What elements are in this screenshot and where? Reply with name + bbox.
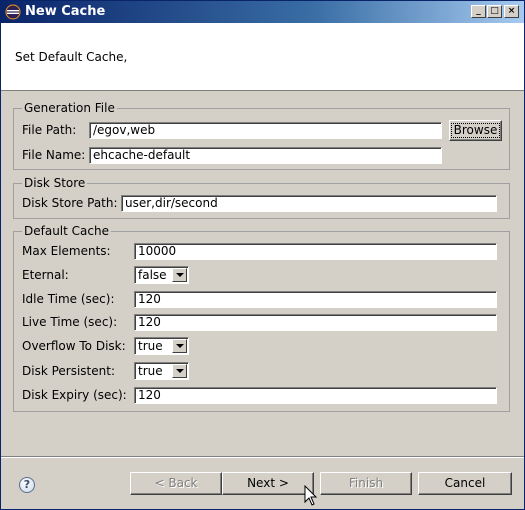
disk-persistent-label: Disk Persistent: <box>22 364 115 378</box>
file-path-input[interactable]: /egov,web <box>89 122 442 139</box>
title-bar[interactable]: New Cache _ □ × <box>1 1 524 23</box>
chevron-down-icon[interactable] <box>172 339 187 353</box>
generation-file-legend: Generation File <box>22 101 117 115</box>
disk-persistent-select[interactable]: true <box>134 362 189 380</box>
max-elements-input[interactable]: 10000 <box>134 243 497 260</box>
file-name-label: File Name: <box>22 148 86 162</box>
idle-time-label: Idle Time (sec): <box>22 292 115 306</box>
back-button[interactable]: < Back <box>130 472 222 495</box>
maximize-button[interactable]: □ <box>487 5 502 18</box>
finish-button[interactable]: Finish <box>320 472 412 495</box>
live-time-input[interactable]: 120 <box>134 314 497 331</box>
help-icon[interactable]: ? <box>19 477 35 493</box>
disk-expiry-label: Disk Expiry (sec): <box>22 388 127 402</box>
disk-persistent-select-value: true <box>138 364 163 378</box>
disk-store-legend: Disk Store <box>22 176 88 190</box>
eclipse-icon <box>5 4 21 20</box>
eternal-label: Eternal: <box>22 268 69 282</box>
minimize-button[interactable]: _ <box>471 5 486 18</box>
overflow-to-disk-select-value: true <box>138 339 163 353</box>
overflow-to-disk-label: Overflow To Disk: <box>22 339 126 353</box>
chevron-down-icon[interactable] <box>172 364 187 378</box>
footer-separator <box>1 456 524 458</box>
disk-store-path-input[interactable]: user,dir/second <box>121 195 497 212</box>
idle-time-input[interactable]: 120 <box>134 291 497 308</box>
wizard-header: Set Default Cache, <box>1 23 524 91</box>
close-button[interactable]: × <box>504 5 519 18</box>
browse-button-label: Browse <box>450 123 501 138</box>
default-cache-legend: Default Cache <box>22 224 111 238</box>
eternal-select[interactable]: false <box>134 266 189 284</box>
mouse-pointer-icon <box>304 485 318 506</box>
live-time-label: Live Time (sec): <box>22 315 118 329</box>
new-cache-dialog: New Cache _ □ × Set Default Cache, Gener… <box>0 0 525 510</box>
window-title: New Cache <box>25 4 106 19</box>
cancel-button[interactable]: Cancel <box>418 472 512 495</box>
max-elements-label: Max Elements: <box>22 244 111 258</box>
chevron-down-icon[interactable] <box>172 268 187 282</box>
browse-button[interactable]: Browse <box>449 120 502 141</box>
next-button[interactable]: Next > <box>222 472 314 495</box>
header-message: Set Default Cache, <box>15 50 128 64</box>
eternal-select-value: false <box>138 268 167 282</box>
disk-store-path-label: Disk Store Path: <box>22 196 118 210</box>
file-path-label: File Path: <box>22 123 77 137</box>
file-name-input[interactable]: ehcache-default <box>89 147 442 164</box>
disk-expiry-input[interactable]: 120 <box>134 387 497 404</box>
overflow-to-disk-select[interactable]: true <box>134 337 189 355</box>
